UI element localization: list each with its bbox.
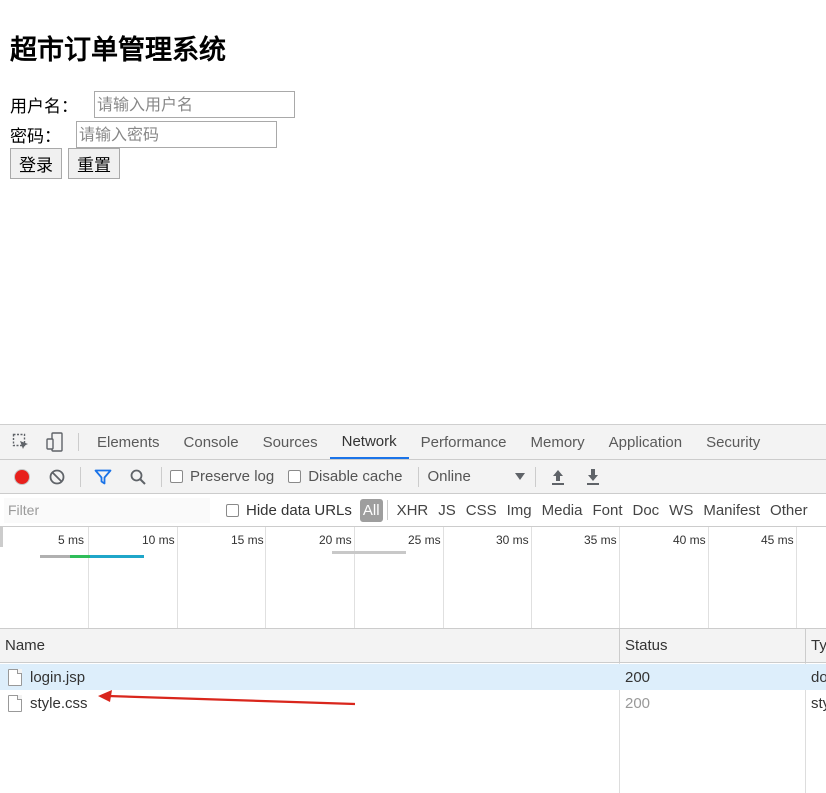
device-toolbar-icon[interactable] bbox=[38, 425, 72, 459]
filter-type-xhr[interactable]: XHR bbox=[392, 499, 434, 522]
timeline-gridline bbox=[354, 527, 355, 628]
page-title: 超市订单管理系统 bbox=[10, 35, 226, 66]
tab-sources[interactable]: Sources bbox=[251, 425, 330, 459]
filter-type-manifest[interactable]: Manifest bbox=[698, 499, 765, 522]
toolbar-separator bbox=[80, 466, 81, 487]
column-header-type[interactable]: Ty bbox=[806, 629, 826, 662]
clear-icon[interactable] bbox=[43, 463, 71, 491]
column-header-name[interactable]: Name bbox=[0, 629, 45, 662]
timeline-tick-label: 20 ms bbox=[319, 533, 352, 547]
toolbar-separator bbox=[418, 466, 420, 487]
timeline-gridline bbox=[177, 527, 178, 628]
filter-type-media[interactable]: Media bbox=[537, 499, 588, 522]
preserve-log-checkbox[interactable]: Preserve log bbox=[170, 468, 274, 485]
preserve-log-box[interactable] bbox=[170, 470, 183, 483]
hide-data-urls-box[interactable] bbox=[226, 503, 239, 517]
filter-type-all[interactable]: All bbox=[359, 498, 383, 522]
filter-bar: Hide data URLs All XHR JS CSS Img Media … bbox=[0, 494, 826, 527]
request-name: style.css bbox=[30, 694, 88, 712]
throttling-select[interactable]: Online bbox=[427, 468, 526, 485]
timeline-tick-label: 25 ms bbox=[408, 533, 441, 547]
request-queued-bar bbox=[332, 551, 406, 554]
request-table-body: login.jsp 200 do style.css 200 sty bbox=[0, 663, 826, 793]
dropdown-arrow-icon bbox=[515, 468, 526, 485]
filter-type-ws[interactable]: WS bbox=[664, 499, 698, 522]
password-label: 密码： bbox=[10, 126, 61, 147]
request-status: 200 bbox=[625, 694, 651, 712]
request-type: sty bbox=[811, 694, 826, 712]
tab-memory[interactable]: Memory bbox=[519, 425, 597, 459]
form-buttons: 登录 重置 bbox=[10, 148, 120, 179]
network-toolbar: Preserve log Disable cache Online bbox=[0, 460, 826, 494]
export-har-icon[interactable] bbox=[579, 463, 607, 491]
document-icon bbox=[8, 668, 22, 686]
timeline-gridline bbox=[88, 527, 89, 628]
request-waiting-bar bbox=[40, 555, 70, 558]
timeline-tick-label: 40 ms bbox=[673, 533, 706, 547]
filter-input[interactable] bbox=[4, 497, 210, 523]
toolbar-separator bbox=[161, 466, 162, 487]
tab-security[interactable]: Security bbox=[694, 425, 772, 459]
timeline-gridline bbox=[708, 527, 709, 628]
resource-type-filters: All XHR JS CSS Img Media Font Doc WS Man… bbox=[359, 498, 813, 522]
timeline-tick-label: 15 ms bbox=[231, 533, 264, 547]
import-har-icon[interactable] bbox=[544, 463, 572, 491]
timeline-gridline bbox=[619, 527, 620, 628]
hide-data-urls-label: Hide data URLs bbox=[246, 501, 352, 519]
record-icon[interactable] bbox=[8, 463, 36, 491]
preserve-log-label: Preserve log bbox=[190, 468, 275, 485]
timeline-tick-label: 5 ms bbox=[58, 533, 85, 547]
disable-cache-checkbox[interactable]: Disable cache bbox=[288, 468, 402, 485]
filter-type-js[interactable]: JS bbox=[433, 499, 461, 522]
request-name: login.jsp bbox=[30, 668, 86, 686]
filter-icon[interactable] bbox=[89, 463, 117, 491]
timeline-gridline bbox=[531, 527, 532, 628]
filter-type-other[interactable]: Other bbox=[765, 499, 813, 522]
tab-performance[interactable]: Performance bbox=[409, 425, 519, 459]
tab-separator bbox=[78, 433, 79, 451]
request-type: do bbox=[811, 668, 826, 686]
filter-type-doc[interactable]: Doc bbox=[627, 499, 664, 522]
timeline-tick-label: 35 ms bbox=[584, 533, 617, 547]
request-ttfb-bar bbox=[70, 555, 90, 558]
filter-type-separator bbox=[386, 500, 388, 520]
request-status: 200 bbox=[625, 668, 651, 686]
search-icon[interactable] bbox=[124, 463, 152, 491]
network-overview-timeline[interactable]: 5 ms 10 ms 15 ms 20 ms 25 ms 30 ms 35 ms… bbox=[0, 527, 826, 629]
filter-type-img[interactable]: Img bbox=[502, 499, 537, 522]
username-input[interactable] bbox=[94, 90, 295, 118]
tab-console[interactable]: Console bbox=[172, 425, 251, 459]
document-icon bbox=[8, 694, 22, 712]
inspect-element-icon[interactable] bbox=[4, 425, 38, 459]
password-row: 密码： bbox=[10, 120, 277, 148]
filter-type-css[interactable]: CSS bbox=[461, 499, 502, 522]
timeline-tick-label: 10 ms bbox=[142, 533, 175, 547]
tab-network[interactable]: Network bbox=[329, 425, 409, 459]
hide-data-urls-checkbox[interactable]: Hide data URLs bbox=[226, 502, 352, 519]
toolbar-separator bbox=[535, 466, 537, 487]
password-input[interactable] bbox=[76, 120, 277, 148]
disable-cache-label: Disable cache bbox=[308, 468, 403, 485]
filter-type-font[interactable]: Font bbox=[587, 499, 627, 522]
tab-elements[interactable]: Elements bbox=[85, 425, 172, 459]
throttling-value: Online bbox=[427, 468, 471, 485]
reset-button[interactable]: 重置 bbox=[68, 148, 120, 179]
username-label: 用户名： bbox=[10, 96, 78, 117]
timeline-gridline bbox=[265, 527, 266, 628]
request-table-header: Name Status Ty bbox=[0, 629, 826, 663]
devtools-tab-bar: Elements Console Sources Network Perform… bbox=[0, 425, 826, 460]
devtools-panel: Elements Console Sources Network Perform… bbox=[0, 424, 826, 793]
timeline-tick-label: 45 ms bbox=[761, 533, 794, 547]
timeline-start-marker bbox=[0, 527, 3, 547]
annotation-arrow bbox=[98, 690, 356, 706]
tab-application[interactable]: Application bbox=[597, 425, 694, 459]
timeline-tick-label: 30 ms bbox=[496, 533, 529, 547]
disable-cache-box[interactable] bbox=[288, 470, 302, 483]
username-row: 用户名： bbox=[10, 90, 295, 118]
login-button[interactable]: 登录 bbox=[10, 148, 62, 179]
timeline-gridline bbox=[443, 527, 444, 628]
timeline-gridline bbox=[796, 527, 797, 628]
column-header-status[interactable]: Status bbox=[620, 629, 668, 662]
request-download-bar bbox=[90, 555, 144, 558]
